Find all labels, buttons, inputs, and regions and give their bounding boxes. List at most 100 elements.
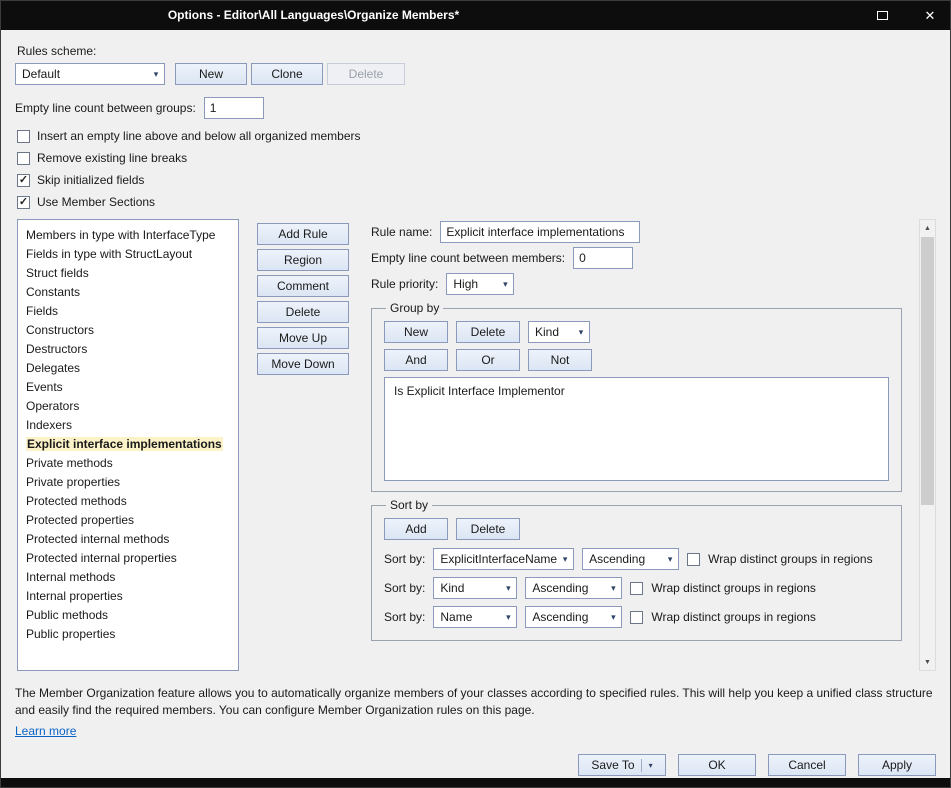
list-item[interactable]: Members in type with InterfaceType bbox=[18, 226, 238, 245]
rule-priority-label: Rule priority: bbox=[371, 277, 438, 291]
sort-by-add-button[interactable]: Add bbox=[384, 518, 448, 540]
list-item[interactable]: Delegates bbox=[18, 359, 238, 378]
close-icon: ✕ bbox=[925, 9, 936, 22]
list-item-label: Members in type with InterfaceType bbox=[26, 228, 215, 242]
apply-button[interactable]: Apply bbox=[858, 754, 936, 776]
clone-scheme-button[interactable]: Clone bbox=[251, 63, 323, 85]
group-by-kind-select[interactable]: Kind ▾ bbox=[528, 321, 590, 343]
ok-button[interactable]: OK bbox=[678, 754, 756, 776]
comment-button[interactable]: Comment bbox=[257, 275, 349, 297]
sort-row: Sort by:ExplicitInterfaceName▾Ascending▾… bbox=[384, 548, 889, 570]
move-down-button[interactable]: Move Down bbox=[257, 353, 349, 375]
list-item-label: Internal methods bbox=[26, 570, 115, 584]
rules-scheme-select[interactable]: Default ▾ bbox=[15, 63, 165, 85]
list-item[interactable]: Internal properties bbox=[18, 587, 238, 606]
list-item[interactable]: Struct fields bbox=[18, 264, 238, 283]
list-item[interactable]: Private methods bbox=[18, 454, 238, 473]
list-item-label: Protected methods bbox=[26, 494, 127, 508]
chevron-down-icon: ▾ bbox=[605, 583, 621, 594]
scroll-up-button[interactable]: ▲ bbox=[920, 220, 935, 236]
scrollbar-thumb[interactable] bbox=[921, 237, 934, 505]
sort-field-select[interactable]: Name▾ bbox=[433, 606, 517, 628]
list-item[interactable]: Explicit interface implementations bbox=[18, 435, 238, 454]
chevron-down-icon: ▾ bbox=[662, 554, 678, 565]
list-item[interactable]: Protected internal methods bbox=[18, 530, 238, 549]
learn-more-link[interactable]: Learn more bbox=[15, 723, 76, 740]
list-item-label: Private methods bbox=[26, 456, 113, 470]
rule-priority-select[interactable]: High ▾ bbox=[446, 273, 514, 295]
empty-line-members-input[interactable] bbox=[573, 247, 633, 269]
list-item[interactable]: Fields bbox=[18, 302, 238, 321]
group-by-and-button[interactable]: And bbox=[384, 349, 448, 371]
option-checkbox-row: ✓Use Member Sections bbox=[17, 195, 936, 209]
list-item-label: Protected properties bbox=[26, 513, 134, 527]
rule-priority-row: Rule priority: High ▾ bbox=[371, 273, 902, 295]
move-up-button[interactable]: Move Up bbox=[257, 327, 349, 349]
group-by-new-button[interactable]: New bbox=[384, 321, 448, 343]
group-by-not-button[interactable]: Not bbox=[528, 349, 592, 371]
sort-field-select[interactable]: Kind▾ bbox=[433, 577, 517, 599]
list-item[interactable]: Operators bbox=[18, 397, 238, 416]
sort-order-select[interactable]: Ascending▾ bbox=[582, 548, 679, 570]
sort-order-select[interactable]: Ascending▾ bbox=[525, 606, 622, 628]
list-item[interactable]: Constants bbox=[18, 283, 238, 302]
list-item-label: Indexers bbox=[26, 418, 72, 432]
list-item[interactable]: Protected properties bbox=[18, 511, 238, 530]
group-by-or-button[interactable]: Or bbox=[456, 349, 520, 371]
sort-by-toolbar: Add Delete bbox=[384, 518, 889, 540]
list-item[interactable]: Public methods bbox=[18, 606, 238, 625]
delete-scheme-button[interactable]: Delete bbox=[327, 63, 405, 85]
save-to-button[interactable]: Save To ▾ bbox=[578, 754, 666, 776]
sort-by-title: Sort by bbox=[386, 498, 432, 512]
option-checkbox[interactable] bbox=[17, 152, 30, 165]
add-rule-button[interactable]: Add Rule bbox=[257, 223, 349, 245]
sort-by-label: Sort by: bbox=[384, 610, 425, 624]
list-item[interactable]: Destructors bbox=[18, 340, 238, 359]
region-button[interactable]: Region bbox=[257, 249, 349, 271]
option-checkbox[interactable]: ✓ bbox=[17, 196, 30, 209]
chevron-down-icon: ▾ bbox=[497, 279, 513, 290]
list-item[interactable]: Public properties bbox=[18, 625, 238, 644]
list-item-label: Protected internal methods bbox=[26, 532, 169, 546]
chevron-down-icon: ▾ bbox=[500, 612, 516, 623]
scroll-down-button[interactable]: ▼ bbox=[920, 654, 935, 670]
sort-order-select-value: Ascending bbox=[532, 581, 588, 595]
option-checkbox-label: Insert an empty line above and below all… bbox=[37, 129, 361, 143]
list-item[interactable]: Protected methods bbox=[18, 492, 238, 511]
rules-list[interactable]: Members in type with InterfaceType Fields… bbox=[17, 219, 239, 671]
empty-line-members-row: Empty line count between members: bbox=[371, 247, 902, 269]
option-checkbox[interactable]: ✓ bbox=[17, 174, 30, 187]
vertical-scrollbar[interactable]: ▲ ▼ bbox=[919, 219, 936, 671]
list-item[interactable]: Indexers bbox=[18, 416, 238, 435]
rule-name-row: Rule name: bbox=[371, 221, 902, 243]
rule-priority-value: High bbox=[453, 277, 478, 291]
list-item[interactable]: Events bbox=[18, 378, 238, 397]
wrap-groups-checkbox[interactable] bbox=[630, 611, 643, 624]
option-checkboxes: Insert an empty line above and below all… bbox=[15, 129, 936, 217]
group-by-expression[interactable]: Is Explicit Interface Implementor bbox=[384, 377, 889, 481]
list-item[interactable]: Private properties bbox=[18, 473, 238, 492]
new-scheme-button[interactable]: New bbox=[175, 63, 247, 85]
empty-line-groups-input[interactable] bbox=[204, 97, 264, 119]
chevron-down-icon: ▾ bbox=[148, 69, 164, 80]
rules-scheme-value: Default bbox=[22, 67, 60, 81]
empty-line-members-label: Empty line count between members: bbox=[371, 251, 565, 265]
chevron-down-icon: ▾ bbox=[641, 759, 653, 772]
sort-order-select[interactable]: Ascending ▾ bbox=[525, 577, 622, 599]
sort-field-select[interactable]: ExplicitInterfaceName▾ bbox=[433, 548, 574, 570]
option-checkbox[interactable] bbox=[17, 130, 30, 143]
rule-name-input[interactable] bbox=[440, 221, 640, 243]
wrap-groups-checkbox[interactable] bbox=[630, 582, 643, 595]
list-item[interactable]: Internal methods bbox=[18, 568, 238, 587]
cancel-button[interactable]: Cancel bbox=[768, 754, 846, 776]
group-by-delete-button[interactable]: Delete bbox=[456, 321, 520, 343]
delete-button[interactable]: Delete bbox=[257, 301, 349, 323]
list-item[interactable]: Fields in type with StructLayout bbox=[18, 245, 238, 264]
list-item-label: Constructors bbox=[26, 323, 94, 337]
wrap-groups-checkbox[interactable] bbox=[687, 553, 700, 566]
list-item[interactable]: Protected internal properties bbox=[18, 549, 238, 568]
close-button[interactable]: ✕ bbox=[922, 8, 938, 24]
list-item[interactable]: Constructors bbox=[18, 321, 238, 340]
maximize-button[interactable] bbox=[874, 8, 890, 24]
sort-by-delete-button[interactable]: Delete bbox=[456, 518, 520, 540]
